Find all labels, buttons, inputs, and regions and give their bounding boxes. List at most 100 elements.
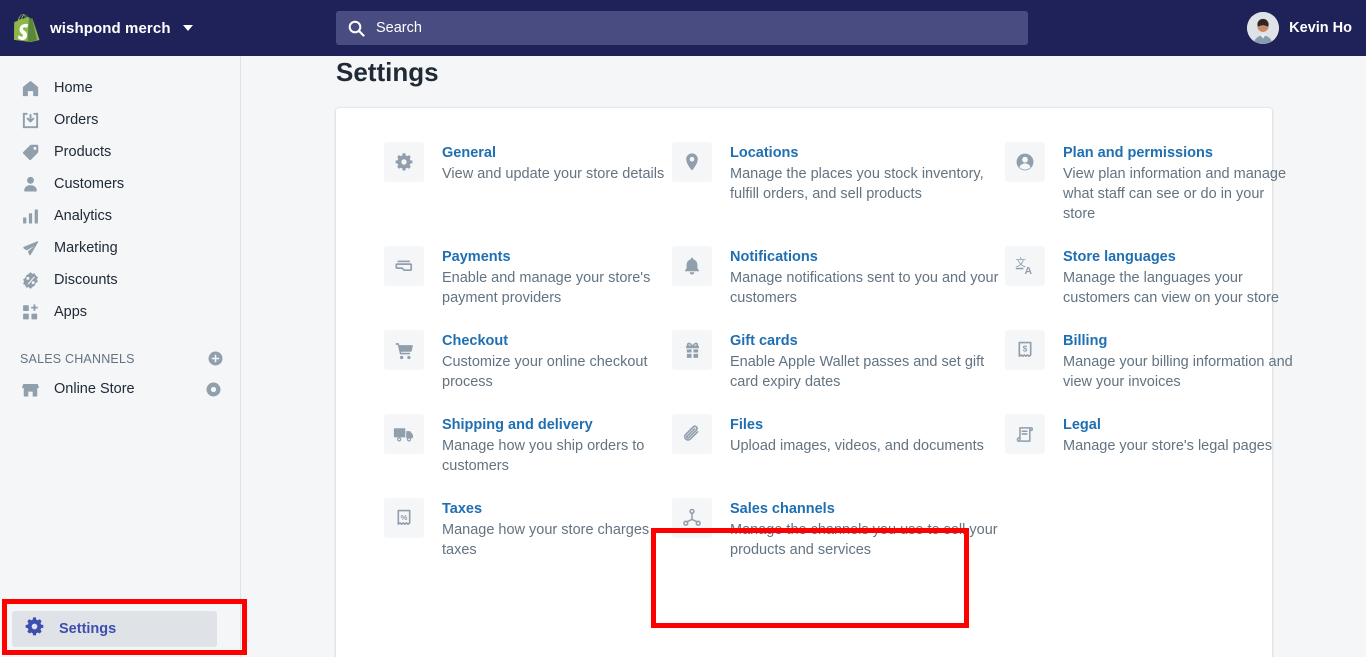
sidebar-item-marketing[interactable]: Marketing [8,232,232,264]
settings-nav-row: Settings [0,600,241,657]
sidebar-item-label: Online Store [54,381,135,397]
top-bar: wishpond merch Kevin Ho [0,0,1366,56]
search-bar[interactable] [336,11,1028,45]
sales-channels-network-icon [672,498,712,538]
search-icon [348,20,365,37]
translate-language-icon: 文 A [1005,246,1045,286]
settings-item-desc: Manage the languages your customers can … [1063,270,1279,306]
settings-item-desc: View plan information and manage what st… [1063,166,1287,222]
settings-item-desc: Manage the channels you use to sell your… [730,522,998,558]
shopping-cart-icon [384,330,424,370]
location-pin-icon [672,142,712,182]
settings-item-desc: Manage your billing information and view… [1063,354,1293,390]
store-switcher[interactable]: wishpond merch [0,14,193,43]
marketing-megaphone-icon [20,238,40,258]
customer-person-icon [20,174,40,194]
settings-item-sales-channels[interactable]: Sales channels Manage the channels you u… [672,498,1005,560]
settings-item-locations[interactable]: Locations Manage the places you stock in… [672,142,1005,224]
gear-icon [384,142,424,182]
payment-card-swipe-icon [384,246,424,286]
settings-item-plan-and-permissions[interactable]: Plan and permissions View plan informati… [1005,142,1295,224]
settings-item-desc: Customize your online checkout process [442,354,648,390]
settings-item-checkout[interactable]: Checkout Customize your online checkout … [384,330,672,392]
sidebar-item-label: Apps [54,304,88,320]
settings-item-gift-cards[interactable]: Gift cards Enable Apple Wallet passes an… [672,330,1005,392]
settings-item-desc: Manage your store's legal pages [1063,438,1273,454]
settings-item-files[interactable]: Files Upload images, videos, and documen… [672,414,1005,476]
settings-item-title[interactable]: Files [730,415,763,435]
settings-item-title[interactable]: Plan and permissions [1063,143,1213,163]
sidebar-item-label: Customers [54,176,125,192]
sidebar-item-home[interactable]: Home [8,72,232,104]
settings-item-title[interactable]: Checkout [442,331,508,351]
sidebar-item-discounts[interactable]: Discounts [8,264,232,296]
orders-inbox-icon [20,110,40,130]
settings-item-title[interactable]: Notifications [730,247,818,267]
settings-item-title[interactable]: Taxes [442,499,482,519]
plus-circle-icon[interactable] [207,350,224,367]
settings-item-desc: Manage how you ship orders to customers [442,438,645,474]
avatar [1247,12,1280,44]
receipt-percent-icon: % [384,498,424,538]
main-content: Settings General View and update your st… [241,56,1366,657]
sidebar-item-orders[interactable]: Orders [8,104,232,136]
settings-item-title[interactable]: General [442,143,496,163]
settings-item-general[interactable]: General View and update your store detai… [384,142,672,224]
settings-item-desc: Enable and manage your store's payment p… [442,270,651,306]
sidebar-item-label: Home [54,80,93,96]
sidebar-item-label: Orders [54,112,99,128]
settings-item-desc: Enable Apple Wallet passes and set gift … [730,354,985,390]
settings-item-title[interactable]: Shipping and delivery [442,415,593,435]
paperclip-icon [672,414,712,454]
settings-item-desc: Upload images, videos, and documents [730,438,984,454]
settings-item-desc: Manage notifications sent to you and you… [730,270,999,306]
sidebar-item-online-store[interactable]: Online Store [8,373,232,405]
sidebar-item-analytics[interactable]: Analytics [8,200,232,232]
sidebar-item-label: Products [54,144,112,160]
svg-text:A: A [1025,265,1033,277]
eye-preview-icon[interactable] [205,381,222,398]
chevron-down-icon[interactable] [182,25,193,31]
settings-grid: General View and update your store detai… [336,142,1293,560]
settings-item-desc: View and update your store details [442,166,665,182]
settings-item-title[interactable]: Billing [1063,331,1107,351]
sidebar-item-label: Settings [59,620,117,637]
settings-item-title[interactable]: Gift cards [730,331,798,351]
settings-item-shipping-and-delivery[interactable]: Shipping and delivery Manage how you shi… [384,414,672,476]
settings-item-payments[interactable]: Payments Enable and manage your store's … [384,246,672,308]
person-circle-icon [1005,142,1045,182]
apps-grid-plus-icon [20,302,40,322]
sidebar-item-products[interactable]: Products [8,136,232,168]
receipt-dollar-icon: $ [1005,330,1045,370]
page-title: Settings [336,57,439,87]
settings-item-title[interactable]: Legal [1063,415,1101,435]
storefront-icon [20,379,40,399]
settings-item-title[interactable]: Store languages [1063,247,1176,267]
user-menu[interactable]: Kevin Ho [1247,0,1352,56]
sidebar-item-customers[interactable]: Customers [8,168,232,200]
settings-item-notifications[interactable]: Notifications Manage notifications sent … [672,246,1005,308]
home-icon [20,78,40,98]
user-name: Kevin Ho [1289,20,1352,36]
shopify-bag-icon [14,14,40,43]
search-input[interactable] [376,12,1028,44]
sidebar-item-label: Discounts [54,272,118,288]
settings-item-desc: Manage the places you stock inventory, f… [730,166,984,202]
settings-item-legal[interactable]: Legal Manage your store's legal pages [1005,414,1295,476]
settings-item-title[interactable]: Payments [442,247,511,267]
settings-item-taxes[interactable]: % Taxes Manage how your store charges ta… [384,498,672,560]
sidebar-item-apps[interactable]: Apps [8,296,232,328]
product-tag-icon [20,142,40,162]
sidebar: Home Orders Products Customers Analytics… [0,56,241,657]
sidebar-item-settings[interactable]: Settings [12,610,217,647]
settings-item-title[interactable]: Sales channels [730,499,835,519]
settings-item-store-languages[interactable]: 文 A Store languages Manage the languages… [1005,246,1295,308]
settings-item-desc: Manage how your store charges taxes [442,522,650,558]
store-name: wishpond merch [50,19,171,37]
settings-item-billing[interactable]: $ Billing Manage your billing informatio… [1005,330,1295,392]
bell-icon [672,246,712,286]
delivery-truck-icon [384,414,424,454]
primary-nav: Home Orders Products Customers Analytics… [0,56,240,328]
gear-icon [24,616,45,642]
settings-item-title[interactable]: Locations [730,143,798,163]
